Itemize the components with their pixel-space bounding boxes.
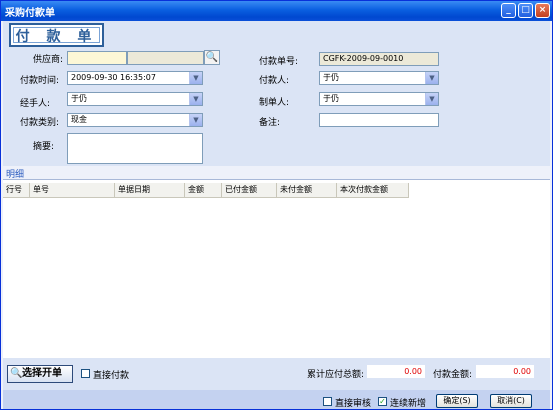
- payer-value: 于仍: [323, 73, 339, 82]
- payment-time-picker[interactable]: 2009-09-30 16:35:07 ▼: [67, 71, 203, 85]
- chevron-down-icon[interactable]: ▼: [189, 72, 202, 84]
- purchase-payment-window: 采购付款单 _ □ × 付 款 单 供应商: 🔍 付款单号: CGFK-2009…: [0, 0, 553, 410]
- supplier-name-display: [127, 51, 204, 65]
- select-bill-label: 选择开单: [22, 368, 62, 379]
- payment-amount-value: 0.00: [476, 365, 534, 378]
- maker-select[interactable]: 于仍 ▼: [319, 92, 439, 106]
- payment-bill-logo: 付 款 单: [9, 23, 104, 47]
- column-header[interactable]: 单号: [30, 183, 115, 197]
- close-button[interactable]: ×: [535, 3, 550, 18]
- chevron-down-icon[interactable]: ▼: [189, 93, 202, 105]
- maker-value: 于仍: [323, 94, 339, 103]
- supplier-label: 供应商:: [33, 55, 64, 65]
- cancel-button[interactable]: 取消(C): [490, 394, 532, 408]
- direct-payment-checkbox[interactable]: [81, 369, 90, 378]
- column-header[interactable]: 单据日期: [115, 183, 185, 197]
- column-header[interactable]: 已付金额: [222, 183, 277, 197]
- chevron-down-icon[interactable]: ▼: [189, 114, 202, 126]
- payment-type-select[interactable]: 现金 ▼: [67, 113, 203, 127]
- column-header[interactable]: 行号: [3, 183, 30, 197]
- search-icon: 🔍: [10, 368, 23, 379]
- payment-time-value: 2009-09-30 16:35:07: [71, 73, 156, 82]
- payment-type-value: 现金: [71, 115, 87, 124]
- continue-new-checkbox[interactable]: ✓: [378, 397, 387, 406]
- payment-time-label: 付款时间:: [20, 76, 60, 86]
- remark-label: 备注:: [259, 118, 281, 128]
- window-title: 采购付款单: [5, 8, 55, 19]
- total-payable-value: 0.00: [367, 365, 425, 378]
- chevron-down-icon[interactable]: ▼: [425, 93, 438, 105]
- remark-input[interactable]: [319, 113, 439, 127]
- column-header[interactable]: 未付金额: [277, 183, 337, 197]
- payer-select[interactable]: 于仍 ▼: [319, 71, 439, 85]
- title-bar: 采购付款单 _ □ ×: [1, 1, 552, 21]
- supplier-search-button[interactable]: 🔍: [204, 50, 220, 65]
- payer-label: 付款人:: [259, 76, 290, 86]
- summary-label: 摘要:: [33, 142, 55, 152]
- direct-payment-label: 直接付款: [93, 371, 130, 381]
- maker-label: 制单人:: [259, 98, 290, 108]
- logo-text: 付 款 单: [13, 27, 100, 45]
- select-bill-button[interactable]: 🔍 选择开单: [7, 365, 73, 383]
- minimize-button[interactable]: _: [501, 3, 516, 18]
- search-icon: 🔍: [205, 52, 219, 63]
- direct-audit-label: 直接审核: [335, 399, 372, 409]
- chevron-down-icon[interactable]: ▼: [425, 72, 438, 84]
- handler-select[interactable]: 于仍 ▼: [67, 92, 203, 106]
- column-header[interactable]: 金额: [185, 183, 222, 197]
- detail-grid[interactable]: 行号 单号 单据日期 金额 已付金额 未付金额 本次付款金额: [3, 179, 550, 358]
- payment-no-field: CGFK-2009-09-0010: [319, 52, 439, 66]
- supplier-input[interactable]: [67, 51, 127, 65]
- handler-value: 于仍: [71, 94, 87, 103]
- total-payable-label: 累计应付总额:: [307, 370, 365, 380]
- handler-label: 经手人:: [20, 99, 51, 109]
- confirm-button[interactable]: 确定(S): [436, 394, 478, 408]
- continue-new-label: 连续新增: [390, 399, 427, 409]
- payment-type-label: 付款类别:: [20, 118, 60, 128]
- summary-textarea[interactable]: [67, 133, 203, 164]
- payment-no-label: 付款单号:: [259, 57, 299, 67]
- maximize-button[interactable]: □: [518, 3, 533, 18]
- payment-amount-label: 付款金额:: [433, 370, 473, 380]
- column-header[interactable]: 本次付款金额: [337, 183, 409, 197]
- grid-header: 行号 单号 单据日期 金额 已付金额 未付金额 本次付款金额: [3, 183, 409, 198]
- direct-audit-checkbox[interactable]: [323, 397, 332, 406]
